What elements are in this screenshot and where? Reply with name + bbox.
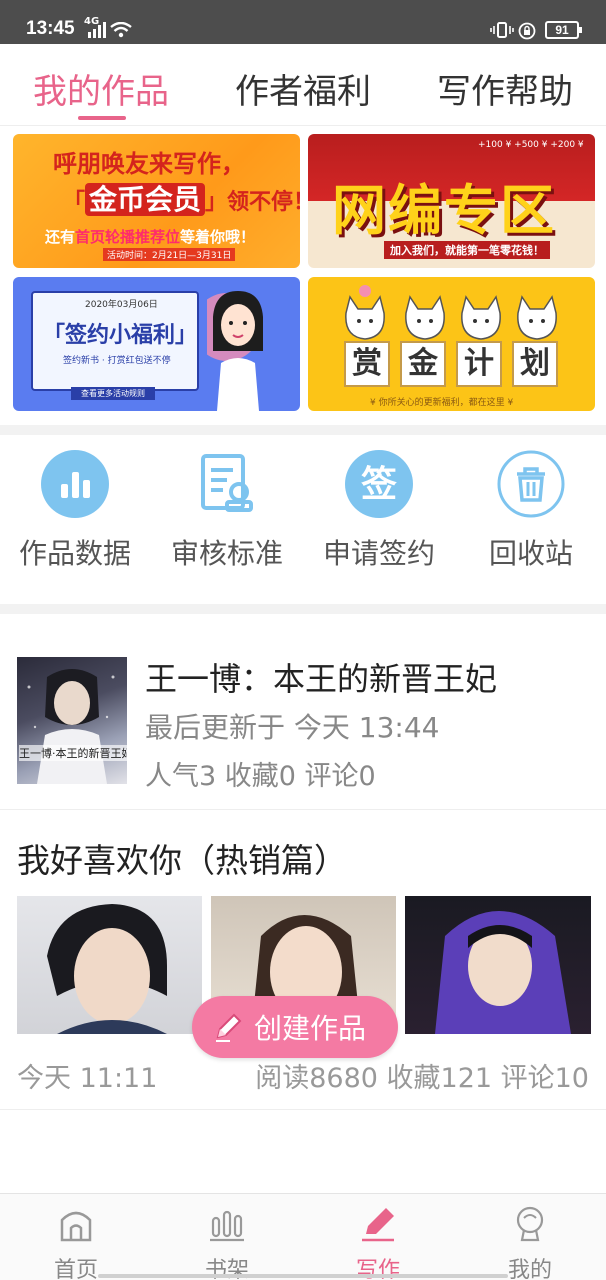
home-indicator bbox=[98, 1274, 508, 1278]
work-item[interactable]: 我好喜欢你（热销篇） 今天 11:11 阅读8680 收藏121 评论10 bbox=[0, 812, 606, 1110]
tab-writing-help[interactable]: 写作帮助 bbox=[437, 64, 573, 113]
top-tabs: 我的作品 作者福利 写作帮助 bbox=[0, 44, 606, 126]
tab-author-benefits[interactable]: 作者福利 bbox=[235, 64, 371, 113]
status-time: 13:45 bbox=[26, 18, 75, 39]
girl-illustration bbox=[207, 291, 263, 411]
tool-review-standards[interactable]: 审核标准 bbox=[152, 450, 302, 572]
sign-icon: 签 bbox=[345, 450, 413, 518]
banner-sign-title: 「签约小福利」 bbox=[43, 323, 198, 348]
work-image bbox=[405, 896, 591, 1034]
nav-profile[interactable]: 我的 bbox=[480, 1204, 580, 1280]
banner-invite-friends[interactable]: 呼朋唤友来写作， 「金币会员」领不停！ 还有首页轮播推荐位等着你哦！ 活动时间：… bbox=[13, 134, 300, 268]
bookshelf-icon bbox=[210, 1210, 244, 1242]
bounty-char: 金 bbox=[400, 341, 446, 387]
bounty-characters: 赏金计划 bbox=[344, 341, 568, 387]
nav-bookshelf[interactable]: 书架 bbox=[177, 1204, 277, 1280]
nav-home[interactable]: 首页 bbox=[26, 1204, 126, 1280]
section-divider bbox=[0, 425, 606, 435]
work-item[interactable]: 王一博·本王的新晋王妃 王一博：本王的新晋王妃 最后更新于 今天 13:44 人… bbox=[0, 640, 606, 810]
tool-work-data[interactable]: 作品数据 bbox=[0, 450, 150, 572]
pen-icon bbox=[362, 1208, 394, 1242]
book-cover: 王一博·本王的新晋王妃 bbox=[17, 657, 127, 784]
banner-invite-line2: 「金币会员」领不停！ bbox=[63, 178, 300, 218]
tool-label: 回收站 bbox=[488, 537, 573, 570]
banner-sign-button: 查看更多活动规则 bbox=[71, 387, 155, 400]
banner-sign-sub: 签约新书 · 打赏红包送不停 bbox=[63, 356, 171, 366]
tool-label: 审核标准 bbox=[170, 537, 283, 570]
banner-invite-dates: 活动时间：2月21日—3月31日 bbox=[103, 248, 236, 261]
nav-write[interactable]: 写作 bbox=[328, 1204, 428, 1280]
tab-indicator bbox=[78, 116, 126, 120]
bounty-char: 计 bbox=[456, 341, 502, 387]
banner-editor-coins: +100 ¥ +500 ¥ +200 ¥ bbox=[478, 140, 584, 150]
review-document-icon bbox=[193, 450, 261, 518]
wifi-icon bbox=[110, 22, 132, 38]
create-work-button[interactable]: 创建作品 bbox=[192, 996, 398, 1058]
tab-my-works[interactable]: 我的作品 bbox=[33, 64, 169, 113]
banner-invite-line3: 还有首页轮播推荐位等着你哦！ bbox=[45, 226, 255, 247]
work-title: 我好喜欢你（热销篇） bbox=[17, 841, 347, 880]
vibrate-icon bbox=[490, 22, 514, 38]
banner-editor-sub: 加入我们，就能第一笔零花钱！ bbox=[384, 241, 550, 259]
work-stats: 阅读8680 收藏121 评论10 bbox=[255, 1063, 589, 1094]
banner-editor-zone[interactable]: +100 ¥ +500 ¥ +200 ¥ 网编专区 加入我们，就能第一笔零花钱！ bbox=[308, 134, 595, 268]
banner-invite-line3-em: 首页轮播推荐位 bbox=[75, 228, 181, 246]
signal-icon bbox=[88, 22, 106, 38]
banner-invite-line3-pre: 还有 bbox=[45, 228, 76, 246]
banner-editor-title: 网编专区 bbox=[332, 179, 556, 242]
banner-invite-line3-post: 等着你哦！ bbox=[180, 228, 256, 246]
bottom-nav: 首页 书架 写作 我的 bbox=[0, 1193, 606, 1280]
banner-invite-line2-rest: 领不停！ bbox=[227, 190, 300, 215]
banner-sign-date: 2020年03月06日 bbox=[85, 300, 158, 310]
bar-chart-icon bbox=[41, 450, 109, 518]
work-updated: 最后更新于 今天 13:44 bbox=[145, 711, 440, 744]
banner-bounty-plan[interactable]: 赏金计划 ¥ 你所关心的更新福利，都在这里 ¥ bbox=[308, 277, 595, 411]
work-title: 王一博：本王的新晋王妃 bbox=[145, 660, 498, 698]
tool-label: 申请签约 bbox=[322, 537, 435, 570]
trash-icon bbox=[497, 450, 565, 518]
home-icon bbox=[60, 1211, 92, 1242]
bounty-char: 划 bbox=[512, 341, 558, 387]
tool-apply-sign[interactable]: 签 申请签约 bbox=[304, 450, 454, 572]
pencil-icon bbox=[216, 1013, 242, 1042]
svg-text:签: 签 bbox=[361, 464, 397, 505]
bounty-char: 赏 bbox=[344, 341, 390, 387]
tool-recycle-bin[interactable]: 回收站 bbox=[456, 450, 606, 572]
work-image bbox=[17, 896, 202, 1034]
profile-icon bbox=[516, 1206, 544, 1242]
book-cover-caption: 王一博·本王的新晋王妃 bbox=[19, 745, 127, 761]
banner-invite-line1: 呼朋唤友来写作， bbox=[53, 150, 245, 178]
create-work-label: 创建作品 bbox=[254, 1012, 367, 1045]
section-divider bbox=[0, 604, 606, 614]
banner-bounty-foot: ¥ 你所关心的更新福利，都在这里 ¥ bbox=[370, 398, 514, 408]
banner-invite-highlight: 金币会员 bbox=[85, 183, 206, 216]
battery-level: 91 bbox=[545, 21, 582, 39]
status-bar: 13:45 4G 91 bbox=[0, 0, 606, 44]
tool-label: 作品数据 bbox=[18, 537, 131, 570]
lock-rotation-icon bbox=[518, 22, 536, 40]
work-time: 今天 11:11 bbox=[17, 1063, 158, 1094]
work-stats: 人气3 收藏0 评论0 bbox=[145, 761, 376, 792]
banner-sign-benefits[interactable]: 2020年03月06日 「签约小福利」 签约新书 · 打赏红包送不停 查看更多活… bbox=[13, 277, 300, 411]
